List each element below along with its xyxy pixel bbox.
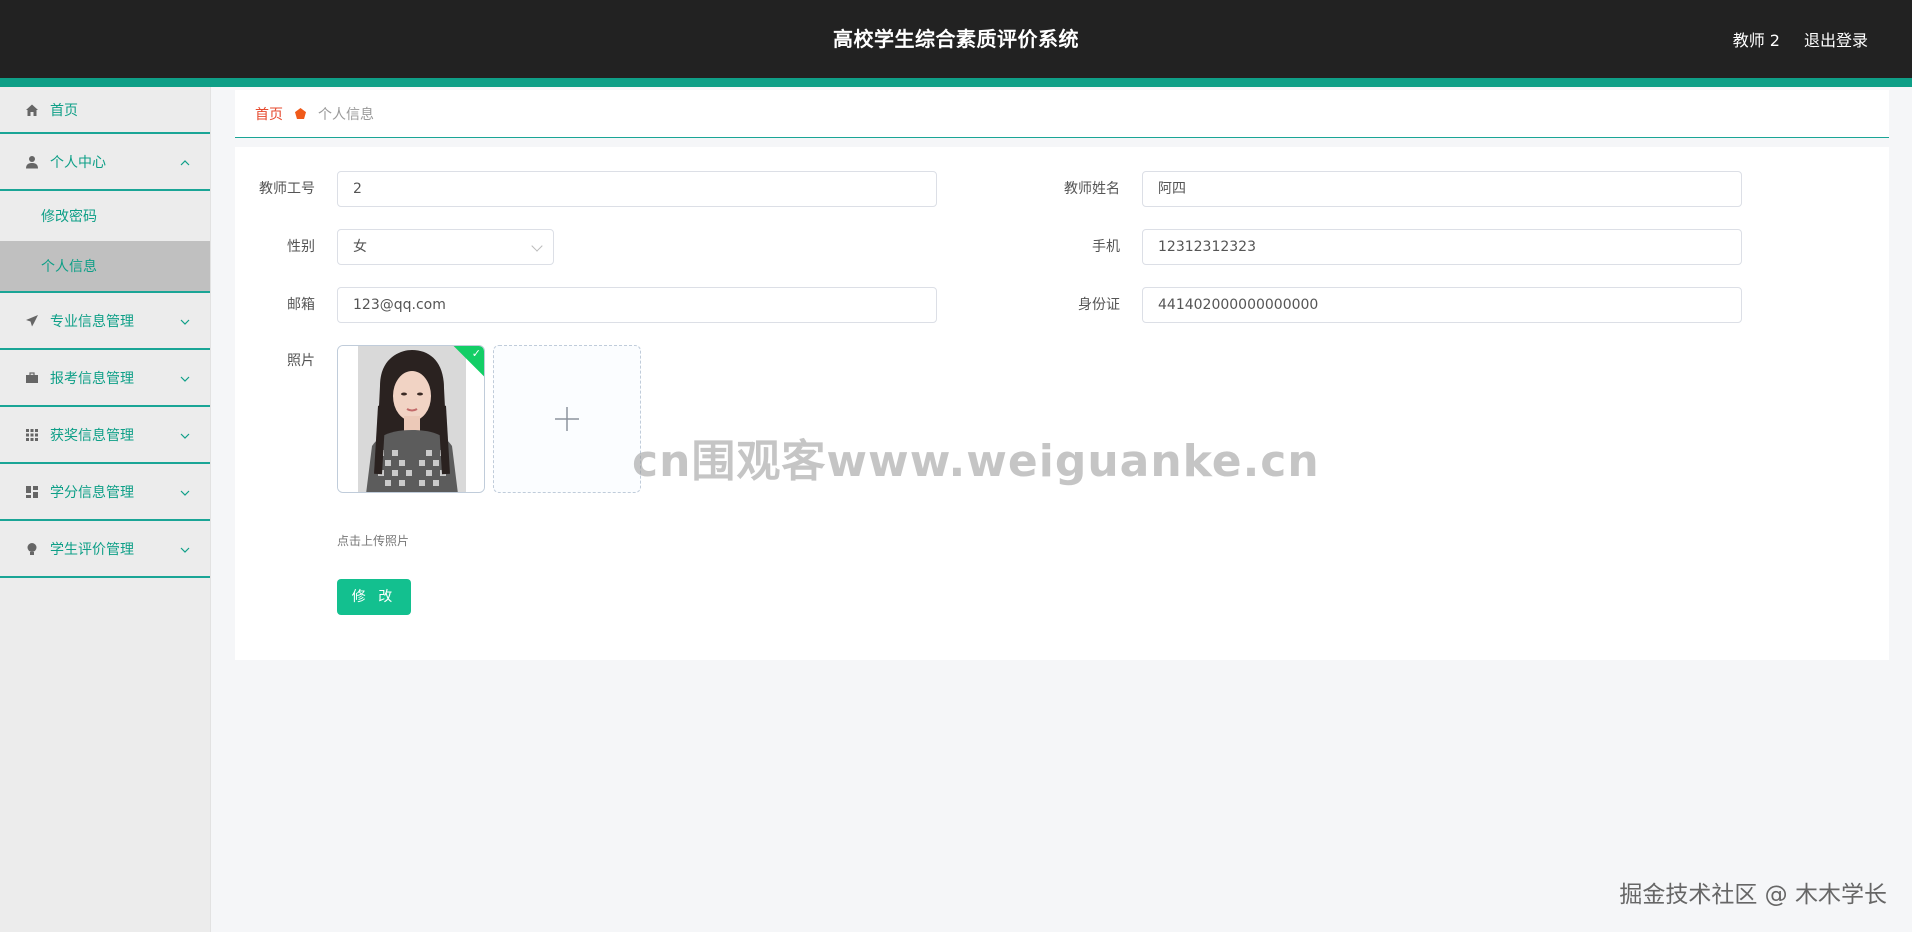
teacher-name-input[interactable]: 阿四 bbox=[1142, 171, 1742, 207]
upload-hint: 点击上传照片 bbox=[337, 534, 410, 548]
briefcase-icon bbox=[24, 370, 40, 386]
gender-select[interactable]: 女 bbox=[337, 229, 554, 265]
personal-info-form: 教师工号 2 教师姓名 阿四 性别 女 手机 12312312323 邮箱 12… bbox=[235, 147, 1889, 660]
sidebar-subitem-personal-info[interactable]: 个人信息 bbox=[0, 241, 210, 291]
sidebar-item-home[interactable]: 首页 bbox=[0, 87, 210, 134]
chevron-up-icon bbox=[180, 155, 190, 169]
sidebar-item-label: 获奖信息管理 bbox=[50, 427, 134, 444]
sidebar-item-credit-info[interactable]: 学分信息管理 bbox=[0, 464, 210, 521]
email-input[interactable]: 123@qq.com bbox=[337, 287, 937, 323]
sidebar-item-label: 学生评价管理 bbox=[50, 541, 134, 558]
gender-label: 性别 bbox=[287, 239, 315, 255]
home-icon bbox=[24, 102, 40, 118]
app-title: 高校学生综合素质评价系统 bbox=[833, 27, 1079, 51]
user-area: 教师 2 退出登录 bbox=[1733, 0, 1868, 78]
sidebar-item-label: 专业信息管理 bbox=[50, 313, 134, 330]
uploaded-photo[interactable]: ✓ bbox=[337, 345, 485, 493]
personal-center-submenu: 修改密码 个人信息 bbox=[0, 191, 210, 293]
breadcrumb-current: 个人信息 bbox=[318, 106, 374, 123]
lightbulb-icon bbox=[24, 541, 40, 557]
chevron-down-icon bbox=[180, 485, 190, 499]
chevron-down-icon bbox=[180, 371, 190, 385]
photo-upload-trigger[interactable] bbox=[493, 345, 641, 493]
paper-plane-icon bbox=[24, 313, 40, 329]
sidebar: 首页 个人中心 修改密码 个人信息 专业信息管理 报考信息管理 获奖信息管理 学… bbox=[0, 87, 211, 932]
teacher-id-input[interactable]: 2 bbox=[337, 171, 937, 207]
user-icon bbox=[24, 154, 40, 170]
breadcrumb: 首页 个人信息 bbox=[235, 90, 1889, 138]
logout-link[interactable]: 退出登录 bbox=[1804, 27, 1868, 51]
sidebar-item-student-evaluation[interactable]: 学生评价管理 bbox=[0, 521, 210, 578]
gender-select-value: 女 bbox=[353, 239, 367, 255]
sidebar-item-label: 报考信息管理 bbox=[50, 370, 134, 387]
chevron-down-icon bbox=[180, 428, 190, 442]
sidebar-item-label: 个人中心 bbox=[50, 154, 106, 171]
portrait-photo bbox=[338, 346, 484, 492]
sidebar-subitem-change-password[interactable]: 修改密码 bbox=[0, 191, 210, 241]
plus-icon bbox=[555, 407, 579, 431]
phone-input[interactable]: 12312312323 bbox=[1142, 229, 1742, 265]
idcard-input[interactable]: 441402000000000000 bbox=[1142, 287, 1742, 323]
teacher-name-label: 教师姓名 bbox=[1064, 181, 1120, 197]
check-icon: ✓ bbox=[471, 347, 481, 360]
photo-label: 照片 bbox=[287, 353, 315, 369]
chevron-down-icon bbox=[180, 542, 190, 556]
teacher-id-label: 教师工号 bbox=[259, 181, 315, 197]
sidebar-item-label: 首页 bbox=[50, 102, 78, 119]
current-user[interactable]: 教师 2 bbox=[1733, 27, 1780, 51]
chevron-down-icon bbox=[531, 240, 543, 252]
chevron-down-icon bbox=[180, 314, 190, 328]
sidebar-item-personal-center[interactable]: 个人中心 bbox=[0, 134, 210, 191]
idcard-label: 身份证 bbox=[1078, 297, 1120, 313]
submit-button[interactable]: 修 改 bbox=[337, 579, 411, 615]
sidebar-item-major-info[interactable]: 专业信息管理 bbox=[0, 293, 210, 350]
header-accent-bar bbox=[0, 78, 1912, 87]
phone-label: 手机 bbox=[1092, 239, 1120, 255]
breadcrumb-separator-icon bbox=[295, 108, 306, 119]
sidebar-item-application-info[interactable]: 报考信息管理 bbox=[0, 350, 210, 407]
breadcrumb-home[interactable]: 首页 bbox=[255, 104, 283, 124]
watermark-corner: 掘金技术社区 @ 木木学长 bbox=[1619, 882, 1887, 908]
sidebar-item-award-info[interactable]: 获奖信息管理 bbox=[0, 407, 210, 464]
grid-icon bbox=[24, 427, 40, 443]
dashboard-icon bbox=[24, 484, 40, 500]
email-label: 邮箱 bbox=[287, 297, 315, 313]
sidebar-item-label: 学分信息管理 bbox=[50, 484, 134, 501]
